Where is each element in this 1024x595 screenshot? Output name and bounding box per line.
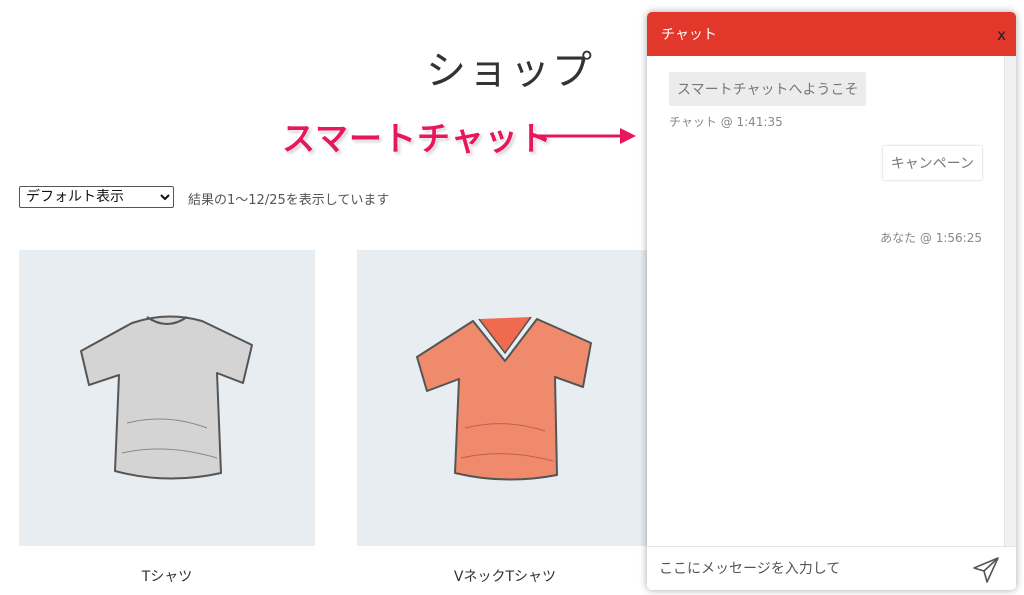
arrow-right-icon [530, 128, 636, 144]
close-button[interactable]: x [997, 26, 1006, 44]
product-card[interactable]: VネックTシャツ [357, 250, 653, 586]
chat-footer [647, 546, 1016, 590]
product-name[interactable]: VネックTシャツ [357, 566, 653, 586]
chat-title: チャット [661, 27, 717, 43]
chat-message-user: キャンペーン [882, 146, 982, 180]
product-card[interactable]: Tシャツ [19, 250, 315, 586]
chat-message-meta: チャット @ 1:41:35 [669, 115, 783, 129]
chat-message-meta: あなた @ 1:56:25 [880, 231, 982, 245]
product-image[interactable] [19, 250, 315, 546]
chat-messages: スマートチャットへようこそ チャット @ 1:41:35 キャンペーン あなた … [647, 56, 1016, 546]
chat-scrollbar[interactable] [1004, 56, 1016, 546]
result-count: 結果の1〜12/25を表示しています [188, 193, 390, 208]
chat-message-input[interactable] [659, 560, 959, 577]
product-name[interactable]: Tシャツ [19, 566, 315, 586]
tshirt-gray-icon [80, 315, 253, 480]
chat-header: チャット x [647, 12, 1016, 56]
sort-select[interactable]: デフォルト表示 [19, 186, 174, 208]
page-title: ショップ [426, 48, 594, 94]
send-icon[interactable] [972, 556, 1000, 584]
chat-widget: チャット x スマートチャットへようこそ チャット @ 1:41:35 キャンペ… [647, 12, 1016, 590]
vneck-tshirt-orange-icon [416, 316, 592, 481]
chat-message-bot: スマートチャットへようこそ [669, 72, 867, 106]
annotation-label: スマートチャット [282, 119, 553, 158]
product-image[interactable] [357, 250, 653, 546]
